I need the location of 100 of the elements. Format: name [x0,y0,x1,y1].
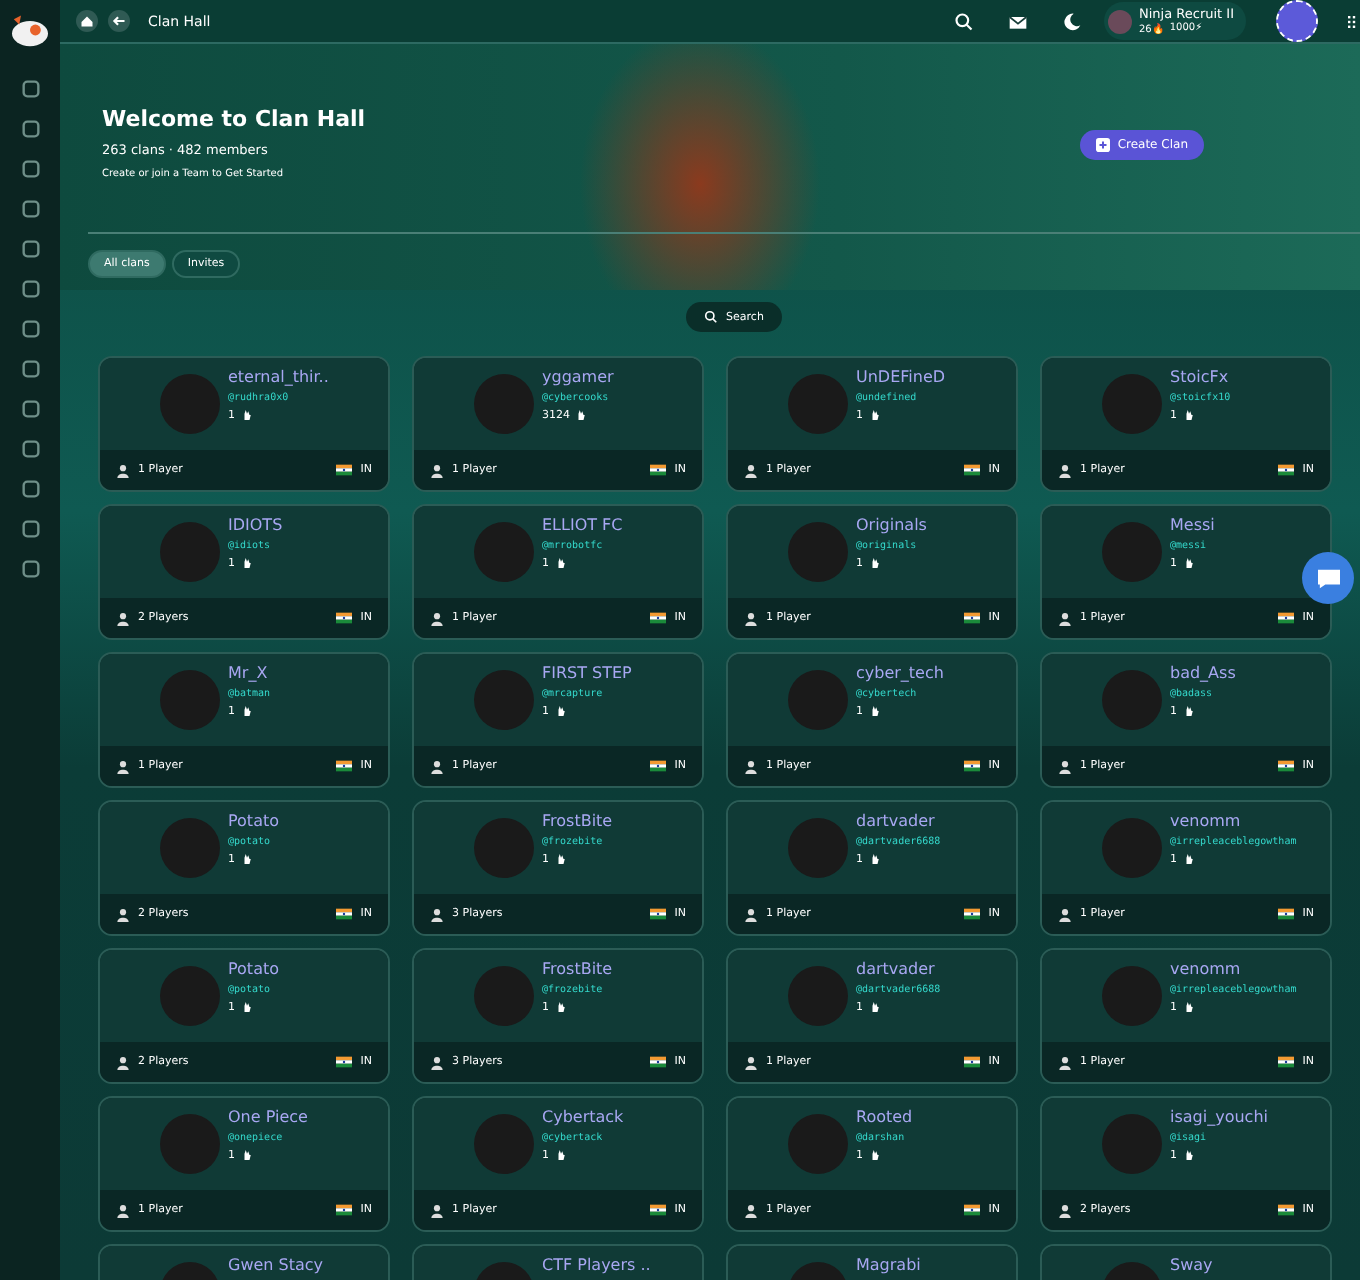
clan-avatar [788,966,848,1026]
clan-avatar [1102,966,1162,1026]
hand-icon [869,1000,879,1014]
clan-avatar [788,670,848,730]
logo-icon[interactable] [8,12,52,48]
user-icon [744,759,758,773]
clan-avatar [1102,818,1162,878]
hand-icon [241,1148,251,1162]
clan-avatar [1102,522,1162,582]
hand-icon [241,704,251,718]
clan-name: cyber_tech [856,664,944,684]
chat-button[interactable] [1302,552,1354,604]
back-arrow-icon[interactable] [108,10,130,32]
user-icon [744,907,758,921]
apps-grid-icon[interactable] [1348,13,1360,29]
clan-avatar [1102,1114,1162,1174]
clan-name: IDIOTS [228,516,283,536]
clan-avatar [160,1114,220,1174]
page-title: Welcome to Clan Hall [102,106,368,132]
user-icon [1058,907,1072,921]
hand-icon [555,1148,565,1162]
clan-avatar [474,522,534,582]
clan-name: StoicFx [1170,368,1231,388]
clan-avatar [160,818,220,878]
user-icon [116,611,130,625]
clan-name: ELLIOT FC [542,516,623,536]
hand-icon [869,852,879,866]
hand-icon [869,556,879,570]
clan-name: dartvader [856,812,937,832]
clan-name: CTF Players .. [542,1256,651,1276]
clan-name: Messi [1170,516,1215,536]
clan-avatar [788,818,848,878]
clan-name: venomm [1170,812,1243,832]
user-icon [116,1203,130,1217]
home-icon[interactable] [76,10,98,32]
clan-avatar [788,374,848,434]
hand-icon [1183,852,1193,866]
user-icon [744,1203,758,1217]
clan-name: Rooted [856,1108,913,1128]
user-icon [1058,1055,1072,1069]
hand-icon [241,1000,251,1014]
clan-avatar [1102,670,1162,730]
user-icon [744,463,758,477]
clan-name: Potato [228,960,280,980]
user-icon [1058,463,1072,477]
hand-icon [869,1148,879,1162]
clan-name: FrostBite [542,812,613,832]
user-icon [744,611,758,625]
user-icon [430,759,444,773]
user-icon [116,1055,130,1069]
clan-name: Sway [1170,1256,1213,1276]
clan-name: One Piece [228,1108,308,1128]
clan-name: bad_Ass [1170,664,1236,684]
clan-name: Cybertack [542,1108,624,1128]
moon-icon[interactable] [1061,11,1081,31]
avatar-icon [1107,9,1131,33]
clan-card[interactable]: Magrabi [726,1244,1018,1280]
hand-icon [555,1000,565,1014]
clan-name: Gwen Stacy [228,1256,324,1276]
user-icon [116,759,130,773]
clan-name: Originals [856,516,927,536]
hand-icon [555,704,565,718]
clan-name: isagi_youchi [1170,1108,1268,1128]
user-icon [1058,759,1072,773]
hand-icon [1183,1000,1193,1014]
clan-avatar [474,374,534,434]
hand-icon [241,852,251,866]
plus-square-icon [1095,138,1110,152]
hand-icon [241,408,251,422]
user-icon [430,611,444,625]
hand-icon [555,852,565,866]
clan-name: UnDEFineD [856,368,946,388]
search-icon[interactable] [953,11,973,31]
mail-icon[interactable] [1007,11,1027,31]
user-icon [116,907,130,921]
user-icon [744,1055,758,1069]
clan-name: eternal_thir.. [228,368,329,388]
profile-avatar[interactable] [1276,0,1318,42]
clan-avatar [160,522,220,582]
clan-avatar [474,966,534,1026]
user-icon [430,463,444,477]
clan-card[interactable]: Sway [1040,1244,1332,1280]
user-icon [430,1203,444,1217]
hand-icon [241,556,251,570]
user-icon [116,463,130,477]
clan-avatar [160,670,220,730]
clan-card[interactable]: CTF Players .. [412,1244,704,1280]
clan-name: dartvader [856,960,937,980]
user-icon [430,1055,444,1069]
clan-name: yggamer [542,368,614,388]
user-icon [1058,1203,1072,1217]
hand-icon [576,408,586,422]
clan-name: venomm [1170,960,1243,980]
clan-card[interactable]: Gwen Stacy [98,1244,390,1280]
hand-icon [555,556,565,570]
hand-icon [1183,1148,1193,1162]
hand-icon [1183,408,1193,422]
clan-avatar [788,1114,848,1174]
clan-name: FrostBite [542,960,613,980]
clan-avatar [474,818,534,878]
